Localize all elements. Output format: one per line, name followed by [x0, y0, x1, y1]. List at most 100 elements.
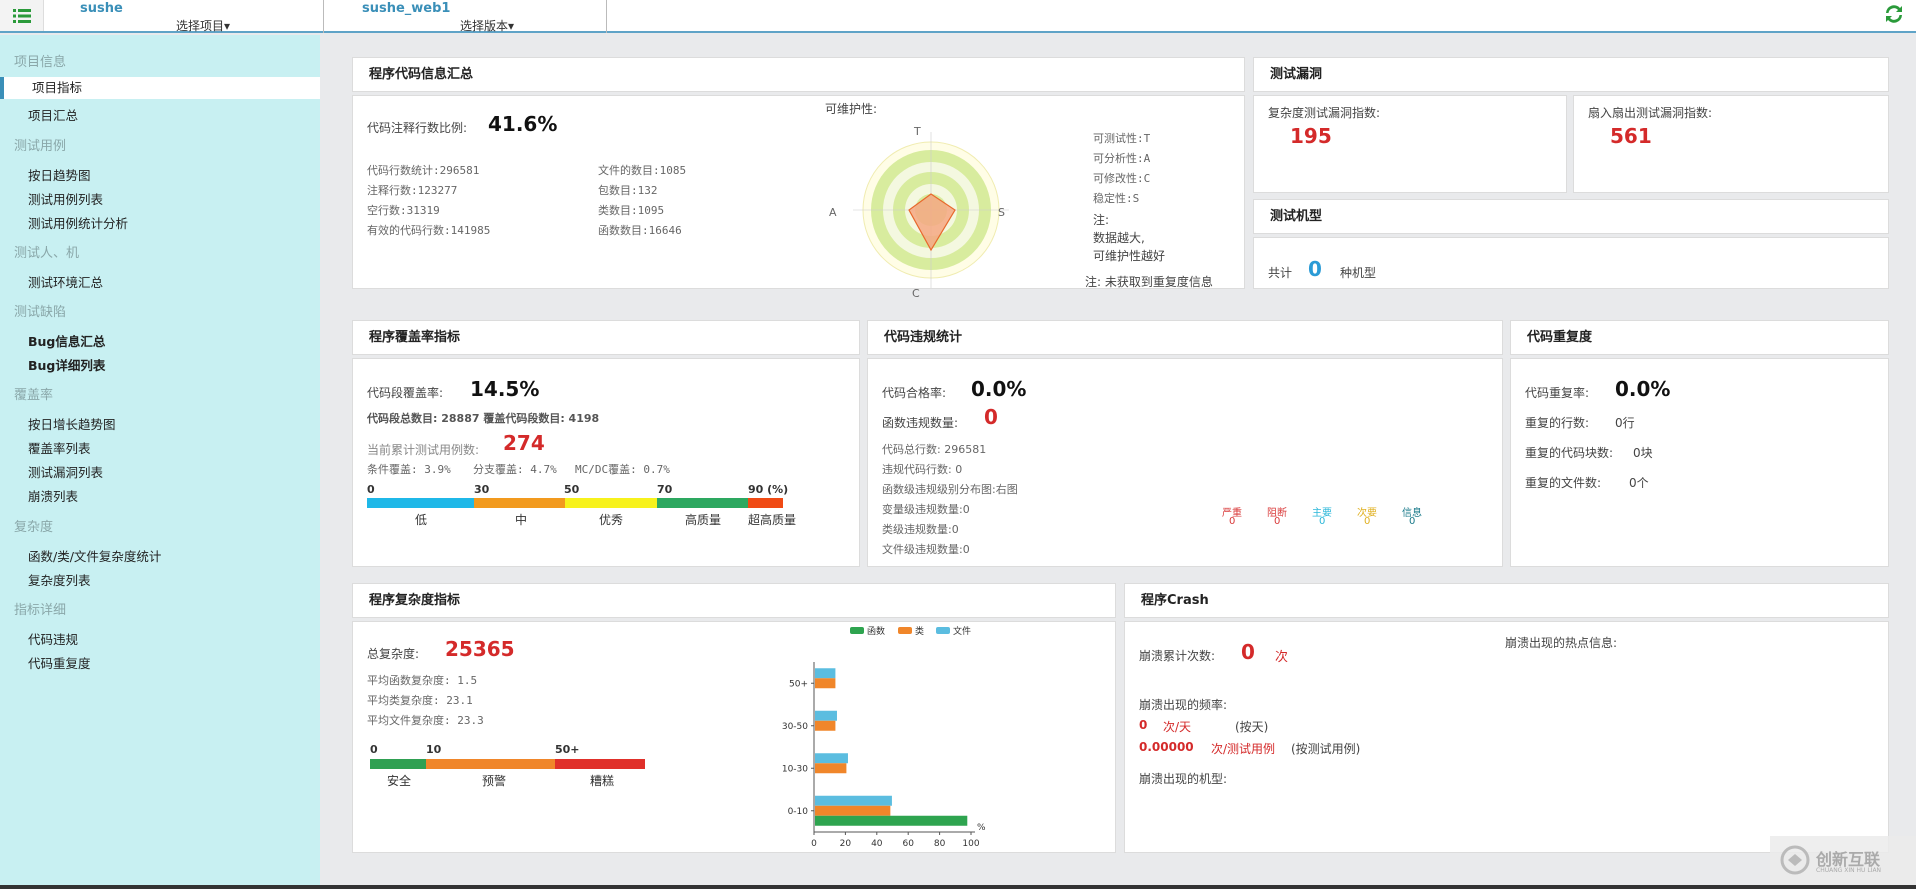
- legend-swatch: [936, 627, 950, 634]
- class-count: 类数目:1095: [598, 204, 665, 217]
- segment-coverage-value: 14.5%: [470, 377, 540, 401]
- sidebar-item-bug-summary[interactable]: Bug信息汇总: [28, 331, 105, 350]
- chart-bar-class: [815, 763, 847, 774]
- version-name: sushe_web1: [362, 1, 451, 16]
- sidebar-item-project-metrics[interactable]: 项目指标: [0, 77, 320, 99]
- crash-count-label: 崩溃累计次数:: [1139, 649, 1216, 663]
- chart-category-label: 10-30: [782, 764, 808, 774]
- test-vuln-header: 测试漏洞: [1253, 57, 1889, 92]
- legend-label: 函数: [867, 625, 885, 637]
- fanin-vuln-label: 扇入扇出测试漏洞指数:: [1588, 106, 1713, 120]
- chart-x-tick-label: 100: [962, 839, 979, 849]
- legend-label: 类: [915, 625, 924, 637]
- scale-0: 0: [367, 483, 375, 496]
- dup-rate-value: 0.0%: [1615, 377, 1671, 401]
- machine-total-value: 0: [1308, 257, 1322, 281]
- dup-lines-value: 0行: [1615, 416, 1635, 430]
- crash-machine-label: 崩溃出现的机型:: [1139, 772, 1228, 786]
- crash-per-day-value: 0: [1139, 718, 1148, 732]
- sidebar-item-test-env-summary[interactable]: 测试环境汇总: [28, 272, 103, 291]
- chart-bar-file: [815, 668, 836, 679]
- crash-per-case-value: 0.00000: [1139, 740, 1194, 754]
- menu-button[interactable]: [0, 0, 44, 31]
- total-complexity-value: 25365: [445, 637, 515, 661]
- scale-90: 90 (%): [748, 483, 789, 496]
- project-selector[interactable]: sushe 选择项目▾: [44, 0, 324, 33]
- complexity-scale-10: 10: [426, 743, 442, 756]
- fanin-vuln-panel: 扇入扇出测试漏洞指数: 561: [1573, 95, 1889, 193]
- chart-bar-file: [815, 753, 848, 764]
- effective-lines: 有效的代码行数:141985: [367, 224, 491, 237]
- chart-x-tick-label: 80: [934, 839, 946, 849]
- violation-panel: 代码合格率: 0.0% 函数违规数量: 0 代码总行数: 296581 违规代码…: [867, 358, 1503, 567]
- select-project-dropdown[interactable]: 选择项目▾: [176, 17, 230, 34]
- level-low: 低: [415, 513, 428, 527]
- violation-header: 代码违规统计: [867, 320, 1503, 355]
- bottom-bar: [0, 885, 1916, 889]
- segment-detail: 代码段总数目: 28887 覆盖代码段数目: 4198: [367, 412, 600, 425]
- complexity-vuln-label: 复杂度测试漏洞指数:: [1268, 106, 1381, 120]
- pass-rate-label: 代码合格率:: [882, 386, 947, 400]
- chart-bar-class: [815, 678, 836, 689]
- sidebar: 项目信息 项目指标 项目汇总 测试用例 按日趋势图 测试用例列表 测试用例统计分…: [0, 35, 320, 889]
- sidebar-group-complexity: 复杂度: [14, 520, 54, 535]
- severity-value-major: 0: [1319, 516, 1326, 527]
- dup-files-value: 0个: [1629, 476, 1649, 490]
- chart-x-tick-label: 0: [811, 839, 817, 849]
- version-selector[interactable]: sushe_web1 选择版本▾: [324, 0, 607, 33]
- sidebar-item-vuln-list[interactable]: 测试漏洞列表: [28, 462, 103, 481]
- machine-total-label: 共计: [1268, 266, 1293, 280]
- dup-rate-label: 代码重复率:: [1525, 386, 1590, 400]
- crash-per-case-unit: 次/测试用例: [1211, 742, 1276, 756]
- refresh-icon[interactable]: [1882, 2, 1906, 26]
- sidebar-item-code-duplication[interactable]: 代码重复度: [28, 653, 91, 672]
- sidebar-item-test-case-list[interactable]: 测试用例列表: [28, 189, 103, 208]
- crash-count-value: 0: [1241, 640, 1255, 664]
- scale-30: 30: [474, 483, 490, 496]
- level-bar-low: [367, 498, 474, 508]
- variable-violations: 变量级违规数量:0: [882, 503, 970, 516]
- watermark-subtext: CHUANG XIN HU LIAN: [1816, 867, 1882, 874]
- sidebar-item-bug-list[interactable]: Bug详细列表: [28, 355, 105, 374]
- coverage-panel: 代码段覆盖率: 14.5% 代码段总数目: 28887 覆盖代码段数目: 419…: [352, 358, 860, 567]
- sidebar-item-crash-list[interactable]: 崩溃列表: [28, 486, 78, 505]
- level-ultra: 超高质量: [748, 513, 797, 527]
- complexity-panel: 总复杂度: 25365 平均函数复杂度: 1.5 平均类复杂度: 23.1 平均…: [352, 621, 1116, 853]
- sidebar-item-daily-growth[interactable]: 按日增长趋势图: [28, 414, 116, 433]
- test-machine-header: 测试机型: [1253, 199, 1889, 234]
- comment-lines: 注释行数:123277: [367, 184, 458, 197]
- sidebar-item-daily-trend[interactable]: 按日趋势图: [28, 165, 91, 184]
- chart-category-label: 50+: [789, 679, 808, 689]
- dup-lines-label: 重复的行数:: [1525, 416, 1590, 430]
- class-violations: 类级违规数量:0: [882, 523, 959, 536]
- sidebar-item-code-violations[interactable]: 代码违规: [28, 629, 78, 648]
- list-icon: [12, 8, 31, 23]
- crash-count-unit: 次: [1275, 650, 1289, 665]
- complexity-bar-warning: [426, 759, 555, 769]
- watermark: 创新互联 CHUANG XIN HU LIAN: [1770, 836, 1916, 885]
- sidebar-item-project-summary[interactable]: 项目汇总: [28, 105, 78, 124]
- complexity-header: 程序复杂度指标: [352, 583, 1116, 618]
- duplication-header: 代码重复度: [1510, 320, 1889, 355]
- sidebar-item-complexity-list[interactable]: 复杂度列表: [28, 570, 91, 589]
- select-version-dropdown[interactable]: 选择版本▾: [460, 17, 514, 34]
- comment-ratio-value: 41.6%: [488, 112, 558, 136]
- fanin-vuln-value: 561: [1610, 124, 1652, 148]
- sidebar-item-coverage-list[interactable]: 覆盖率列表: [28, 438, 91, 457]
- sidebar-item-complexity-stats[interactable]: 函数/类/文件复杂度统计: [28, 546, 161, 565]
- complexity-level-safe: 安全: [387, 774, 412, 788]
- sidebar-group-metric-details: 指标详细: [14, 603, 67, 618]
- note-line-2: 可维护性越好: [1093, 249, 1166, 263]
- crash-frequency-label: 崩溃出现的频率:: [1139, 698, 1228, 712]
- avg-function-complexity: 平均函数复杂度: 1.5: [367, 674, 478, 687]
- crash-per-case-note: (按测试用例): [1291, 742, 1361, 756]
- severity-value-blocker: 0: [1274, 516, 1281, 527]
- chart-x-tick-label: 40: [871, 839, 883, 849]
- chart-bar-function: [815, 815, 968, 826]
- code-summary-panel: 代码注释行数比例: 41.6% 代码行数统计:296581 注释行数:12327…: [352, 95, 1245, 300]
- maintainability-radar-chart: [853, 132, 1009, 288]
- complexity-scale-50: 50+: [555, 743, 580, 756]
- sidebar-item-test-case-stats[interactable]: 测试用例统计分析: [28, 213, 128, 232]
- brand-logo-icon: [1780, 845, 1810, 875]
- sidebar-group-project-info: 项目信息: [14, 55, 67, 70]
